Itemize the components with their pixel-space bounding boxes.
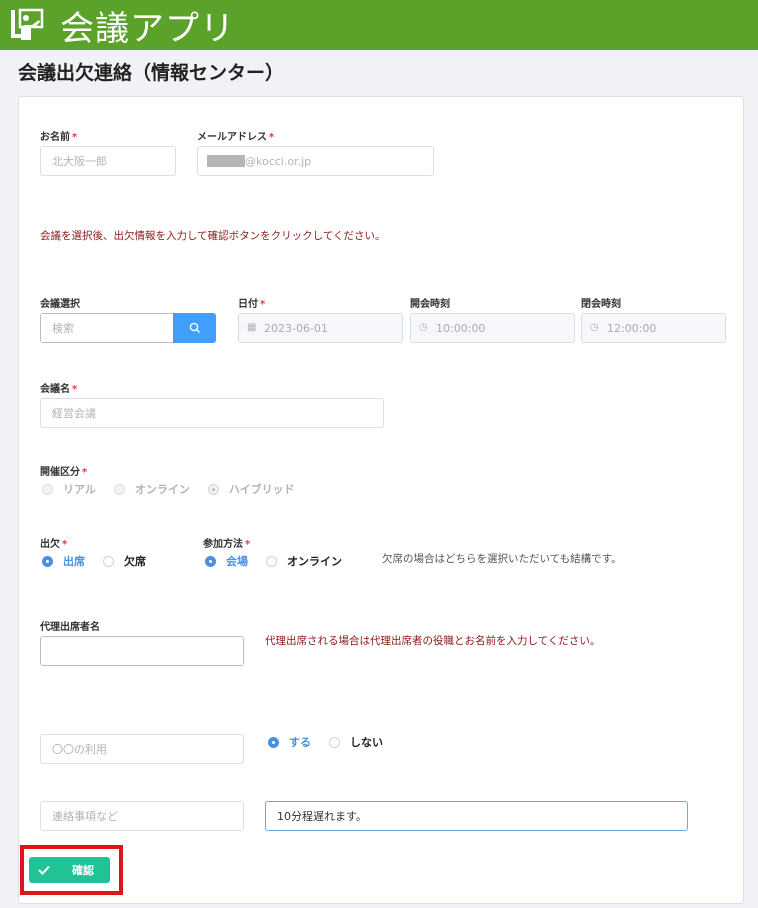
method-option-venue[interactable]: 会場 xyxy=(226,553,248,569)
clock-icon: ◷ xyxy=(590,322,599,333)
email-input[interactable]: @kocci.or.jp xyxy=(197,146,434,176)
search-icon xyxy=(189,322,200,333)
redacted-block xyxy=(207,155,245,167)
search-button[interactable] xyxy=(173,313,216,343)
start-time-input[interactable]: ◷ 10:00:00 xyxy=(410,313,575,343)
proxy-note: 代理出席される場合は代理出席者の役職とお名前を入力してください。 xyxy=(265,635,601,647)
check-icon xyxy=(38,865,50,875)
name-input[interactable]: 北大阪一郎 xyxy=(40,146,176,176)
date-label: 日付 * xyxy=(238,299,266,310)
meeting-name-input[interactable]: 経営会議 xyxy=(40,398,384,428)
usage-radio-no[interactable] xyxy=(329,736,340,748)
usage-option-no[interactable]: しない xyxy=(350,734,383,750)
method-option-online[interactable]: オンライン xyxy=(287,553,342,569)
format-option-online: オンライン xyxy=(134,483,190,496)
meeting-name-label: 会議名 * xyxy=(40,384,78,395)
usage-input[interactable]: 〇〇の利用 xyxy=(40,734,244,764)
method-label: 参加方法 * xyxy=(203,539,251,550)
app-header: 会議アプリ xyxy=(0,0,758,50)
proxy-label: 代理出席者名 xyxy=(40,622,100,633)
start-time-value: 10:00:00 xyxy=(436,321,486,335)
format-label: 開催区分 * xyxy=(40,467,88,478)
presenter-icon xyxy=(8,4,50,46)
page-title: 会議出欠連絡（情報センター） xyxy=(18,62,285,84)
usage-placeholder: 〇〇の利用 xyxy=(52,743,107,756)
search-placeholder: 検索 xyxy=(52,322,74,335)
confirm-button[interactable]: 確認 xyxy=(29,857,110,883)
format-radio-group: リアル オンライン ハイブリッド xyxy=(42,481,313,497)
format-option-hybrid: ハイブリッド xyxy=(228,483,295,496)
calendar-icon: ▦ xyxy=(247,322,257,333)
meeting-select-label: 会議選択 xyxy=(40,299,80,310)
meeting-search-input[interactable]: 検索 xyxy=(40,313,174,343)
end-time-input[interactable]: ◷ 12:00:00 xyxy=(581,313,726,343)
meeting-name-value: 経営会議 xyxy=(52,407,96,420)
instruction-text: 会議を選択後、出欠情報を入力して確認ボタンをクリックしてください。 xyxy=(40,230,386,242)
clock-icon: ◷ xyxy=(419,322,428,333)
absence-note: 欠席の場合はどちらを選択いただいても結構です。 xyxy=(382,553,622,565)
contact-detail-value: 10分程遅れます。 xyxy=(277,810,367,823)
confirm-label: 確認 xyxy=(72,864,94,877)
end-time-value: 12:00:00 xyxy=(607,321,657,335)
method-radio-group: 会場 オンライン xyxy=(205,553,360,569)
attendance-option-absent[interactable]: 欠席 xyxy=(124,553,146,569)
format-option-real: リアル xyxy=(63,483,96,496)
email-label: メールアドレス * xyxy=(197,132,275,143)
attendance-radio-group: 出席 欠席 xyxy=(42,553,164,569)
contact-input[interactable]: 連絡事項など xyxy=(40,801,244,831)
format-radio-real xyxy=(42,483,53,495)
end-time-label: 閉会時刻 xyxy=(581,299,621,310)
attendance-label: 出欠 * xyxy=(40,539,68,550)
name-value: 北大阪一郎 xyxy=(52,155,107,168)
contact-detail-input[interactable]: 10分程遅れます。 xyxy=(265,801,688,831)
start-time-label: 開会時刻 xyxy=(410,299,450,310)
form-card xyxy=(18,96,744,904)
date-value: 2023-06-01 xyxy=(264,321,328,335)
email-domain: @kocci.or.jp xyxy=(245,154,312,168)
app-title: 会議アプリ xyxy=(60,8,235,49)
attendance-option-present[interactable]: 出席 xyxy=(63,553,85,569)
method-radio-venue[interactable] xyxy=(205,555,216,567)
format-radio-hybrid xyxy=(207,483,219,495)
name-label: お名前 * xyxy=(40,132,78,143)
attendance-radio-present[interactable] xyxy=(42,555,53,567)
usage-radio-group: する しない xyxy=(268,734,401,750)
usage-radio-yes[interactable] xyxy=(268,736,279,748)
attendance-radio-absent[interactable] xyxy=(103,555,114,567)
date-input[interactable]: ▦ 2023-06-01 xyxy=(238,313,403,343)
method-radio-online[interactable] xyxy=(266,555,277,567)
format-radio-online xyxy=(113,483,125,495)
usage-option-yes[interactable]: する xyxy=(289,734,311,750)
proxy-input[interactable] xyxy=(40,636,244,666)
contact-placeholder: 連絡事項など xyxy=(52,810,118,823)
